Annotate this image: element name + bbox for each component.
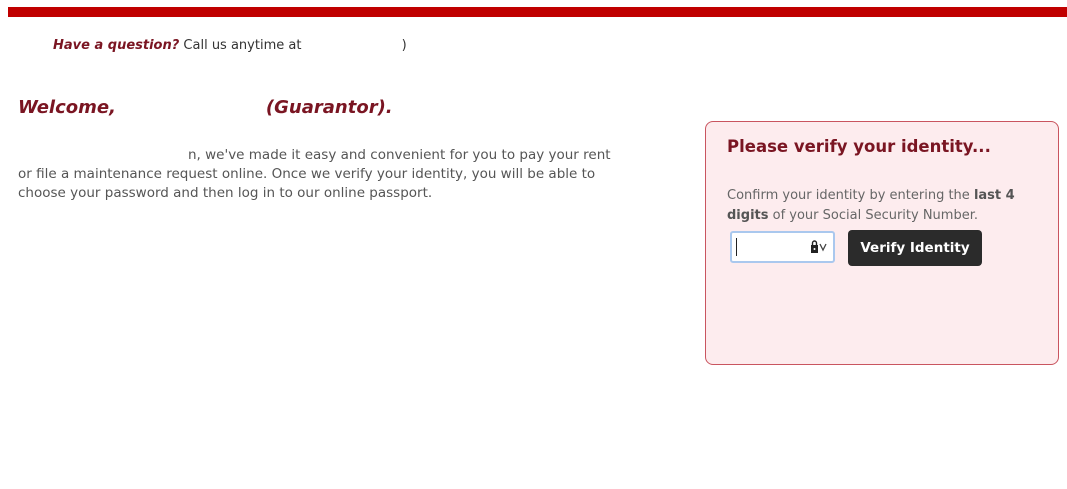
- welcome-suffix: (Guarantor).: [265, 97, 393, 118]
- question-heading: Have a question?: [53, 38, 180, 53]
- verify-text-after: of your Social Security Number.: [768, 208, 978, 223]
- question-text: Call us anytime at: [179, 38, 306, 53]
- intro-paragraph: n, we've made it easy and convenient for…: [18, 146, 628, 203]
- key-lock-icon[interactable]: [809, 239, 827, 255]
- top-accent-bar: [8, 7, 1067, 17]
- welcome-prefix: Welcome,: [18, 97, 116, 118]
- welcome-heading: Welcome, (Guarantor).: [18, 97, 393, 118]
- verify-instructions: Confirm your identity by entering the la…: [727, 186, 1047, 226]
- verify-text-before: Confirm your identity by entering the: [727, 188, 974, 203]
- question-tail: ): [401, 38, 407, 53]
- ssn-last4-input[interactable]: [734, 235, 810, 259]
- verify-identity-panel: Please verify your identity... Confirm y…: [705, 121, 1059, 365]
- verify-identity-button[interactable]: Verify Identity: [848, 230, 982, 266]
- verify-title: Please verify your identity...: [727, 137, 991, 156]
- ssn-last4-field-wrapper[interactable]: [730, 231, 835, 263]
- intro-line-1: n, we've made it easy and convenient for…: [188, 147, 611, 163]
- intro-line-2: or file a maintenance request online. On…: [18, 166, 596, 182]
- intro-line-3: choose your password and then log in to …: [18, 185, 433, 201]
- support-question-line: Have a question? Call us anytime at ): [53, 38, 407, 53]
- text-caret: [736, 238, 737, 256]
